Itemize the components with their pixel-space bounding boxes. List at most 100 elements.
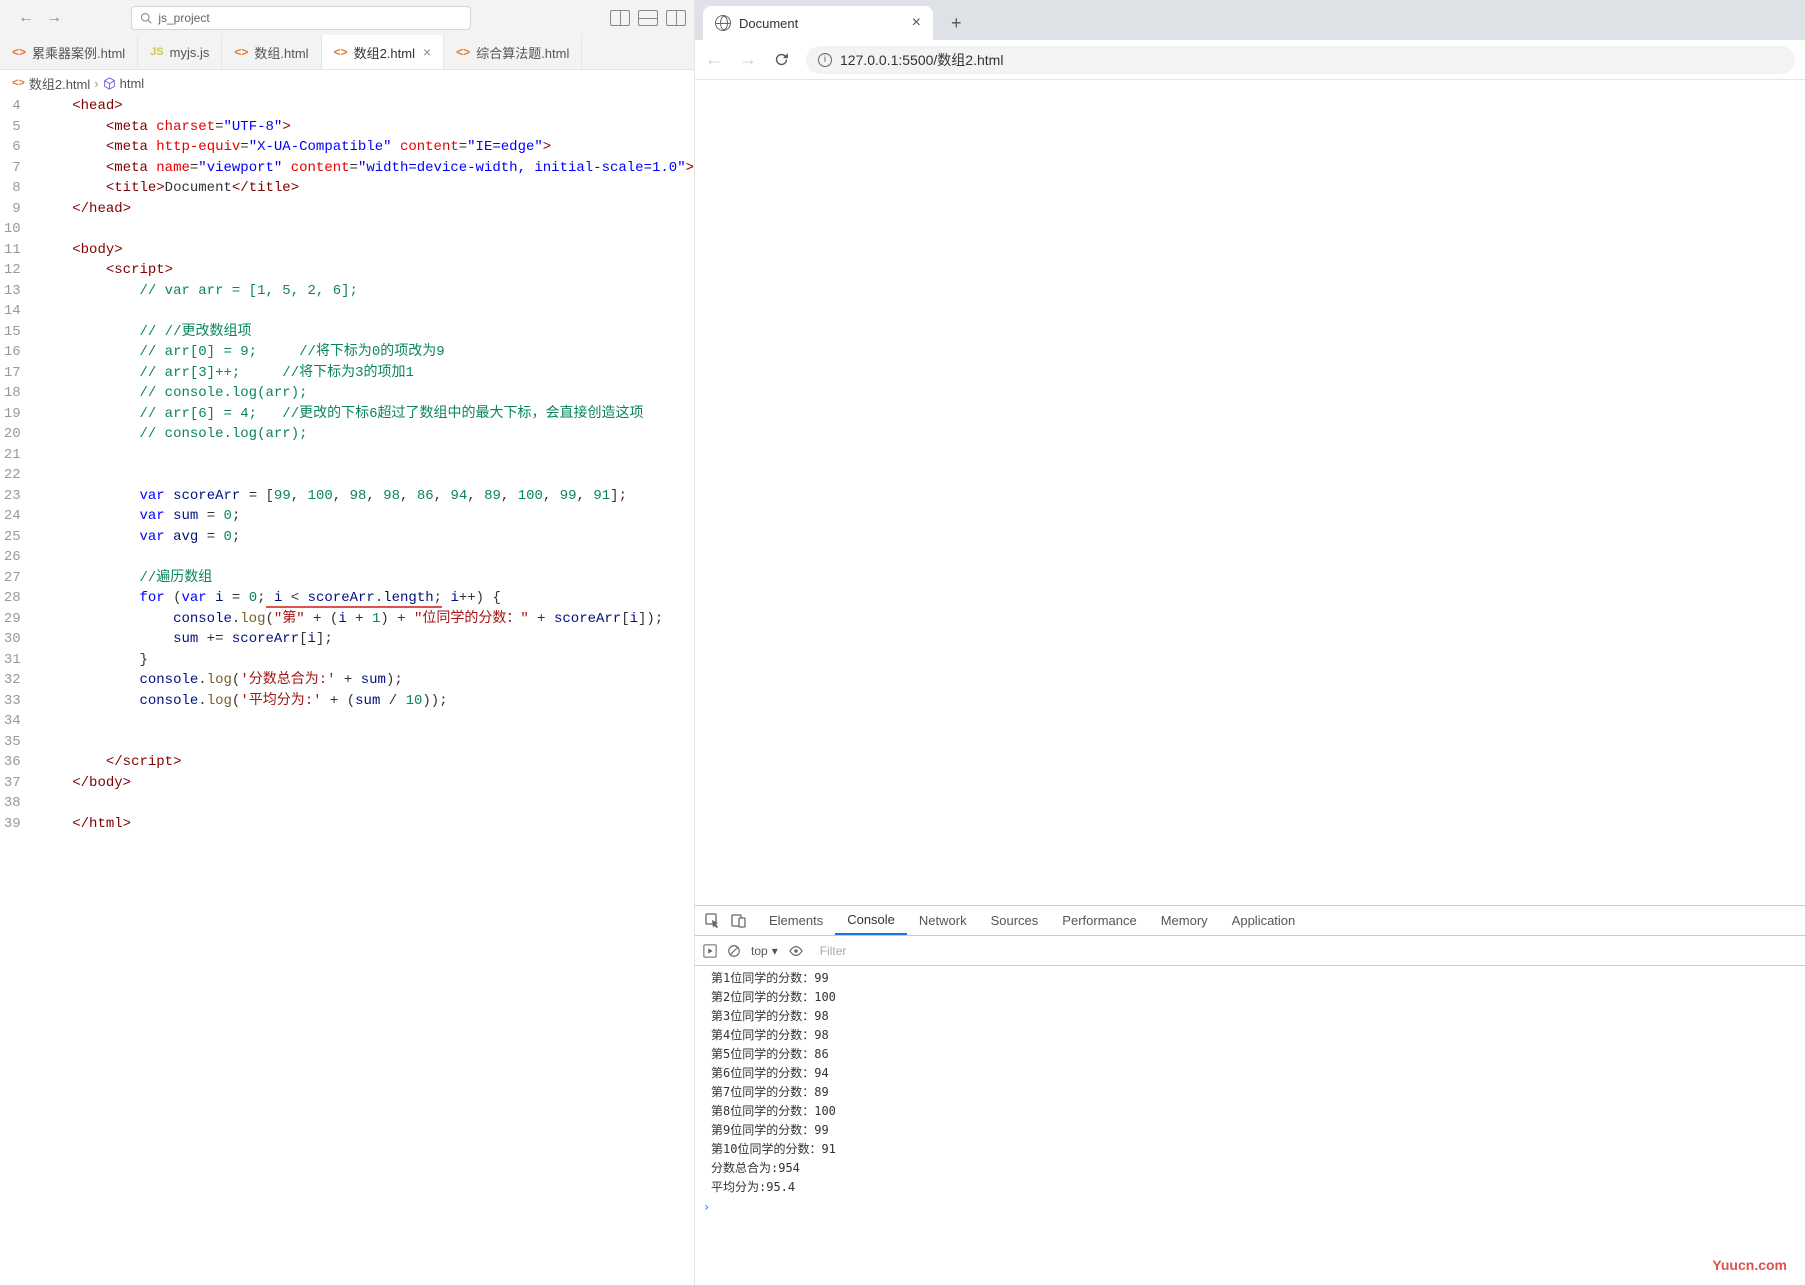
devtools-tab-network[interactable]: Network bbox=[907, 906, 979, 935]
code-line[interactable] bbox=[39, 711, 694, 732]
globe-icon bbox=[715, 15, 731, 31]
line-number: 5 bbox=[0, 117, 21, 138]
clear-console-icon[interactable] bbox=[727, 944, 741, 958]
devtools-tab-console[interactable]: Console bbox=[835, 906, 907, 935]
device-toggle-icon[interactable] bbox=[731, 913, 747, 929]
layout-split-right-icon[interactable] bbox=[666, 10, 686, 26]
tab-label: 累乘器案例.html bbox=[32, 43, 125, 62]
inspect-icon[interactable] bbox=[705, 913, 721, 929]
devtools-tab-elements[interactable]: Elements bbox=[757, 906, 835, 935]
html-file-icon: <> bbox=[12, 77, 25, 89]
code-line[interactable]: console.log('分数总合为:' + sum); bbox=[39, 670, 694, 691]
line-number: 39 bbox=[0, 814, 21, 835]
breadcrumbs[interactable]: <> 数组2.html › html bbox=[0, 70, 694, 96]
code-line[interactable]: var sum = 0; bbox=[39, 506, 694, 527]
line-number: 27 bbox=[0, 568, 21, 589]
code-line[interactable]: for (var i = 0; i < scoreArr.length; i++… bbox=[39, 588, 694, 609]
url-bar[interactable]: i 127.0.0.1:5500/数组2.html bbox=[806, 46, 1795, 74]
devtools-tab-memory[interactable]: Memory bbox=[1149, 906, 1220, 935]
console-row: 第4位同学的分数：98 bbox=[695, 1025, 1805, 1044]
code-line[interactable]: // arr[0] = 9; //将下标为0的项改为9 bbox=[39, 342, 694, 363]
vscode-topbar: ← → js_project bbox=[0, 0, 694, 35]
close-icon[interactable]: × bbox=[423, 44, 431, 60]
browser-tab[interactable]: Document × bbox=[703, 6, 933, 40]
line-number: 14 bbox=[0, 301, 21, 322]
tab-label: 数组.html bbox=[254, 43, 308, 62]
code-line[interactable]: var scoreArr = [99, 100, 98, 98, 86, 94,… bbox=[39, 486, 694, 507]
line-number: 20 bbox=[0, 424, 21, 445]
line-number: 22 bbox=[0, 465, 21, 486]
code-line[interactable]: var avg = 0; bbox=[39, 527, 694, 548]
editor-tab[interactable]: <>数组2.html× bbox=[322, 35, 445, 69]
code-line[interactable]: </head> bbox=[39, 199, 694, 220]
code-line[interactable]: <meta charset="UTF-8"> bbox=[39, 117, 694, 138]
command-search[interactable]: js_project bbox=[131, 6, 471, 30]
console-toolbar: top ▾ Filter bbox=[695, 936, 1805, 966]
browser-tabbar: Document × + bbox=[695, 0, 1805, 40]
layout-split-bottom-icon[interactable] bbox=[638, 10, 658, 26]
devtools-tab-sources[interactable]: Sources bbox=[979, 906, 1051, 935]
code-line[interactable] bbox=[39, 445, 694, 466]
code-line[interactable]: // console.log(arr); bbox=[39, 383, 694, 404]
code-line[interactable]: sum += scoreArr[i]; bbox=[39, 629, 694, 650]
code-line[interactable] bbox=[39, 301, 694, 322]
code-line[interactable]: </body> bbox=[39, 773, 694, 794]
browser-forward-icon[interactable]: → bbox=[739, 49, 757, 70]
code-line[interactable]: // arr[3]++; //将下标为3的项加1 bbox=[39, 363, 694, 384]
editor-tab[interactable]: <>数组.html bbox=[222, 35, 321, 69]
console-filter[interactable]: Filter bbox=[814, 944, 1797, 958]
line-number: 11 bbox=[0, 240, 21, 261]
code-editor[interactable]: 4567891011121314151617181920212223242526… bbox=[0, 96, 694, 1285]
breadcrumb-file: 数组2.html bbox=[29, 74, 90, 93]
code-line[interactable]: // var arr = [1, 5, 2, 6]; bbox=[39, 281, 694, 302]
code-line[interactable]: </html> bbox=[39, 814, 694, 835]
code-line[interactable]: <body> bbox=[39, 240, 694, 261]
close-icon[interactable]: × bbox=[912, 14, 921, 32]
console-row: 分数总合为:954 bbox=[695, 1158, 1805, 1177]
code-line[interactable] bbox=[39, 547, 694, 568]
code-line[interactable] bbox=[39, 793, 694, 814]
code-line[interactable] bbox=[39, 219, 694, 240]
layout-split-left-icon[interactable] bbox=[610, 10, 630, 26]
search-text: js_project bbox=[158, 11, 209, 25]
code-line[interactable]: // //更改数组项 bbox=[39, 322, 694, 343]
file-type-icon: <> bbox=[456, 45, 470, 59]
file-type-icon: <> bbox=[334, 45, 348, 59]
back-arrow-icon[interactable]: ← bbox=[18, 9, 34, 27]
console-row: 第8位同学的分数：100 bbox=[695, 1101, 1805, 1120]
devtools-panel: ElementsConsoleNetworkSourcesPerformance… bbox=[695, 905, 1805, 1285]
devtools-tab-application[interactable]: Application bbox=[1220, 906, 1308, 935]
editor-tab[interactable]: JSmyjs.js bbox=[138, 35, 222, 69]
line-number: 35 bbox=[0, 732, 21, 753]
new-tab-button[interactable]: + bbox=[945, 7, 968, 40]
code-line[interactable]: <title>Document</title> bbox=[39, 178, 694, 199]
code-line[interactable]: // console.log(arr); bbox=[39, 424, 694, 445]
code-line[interactable]: console.log("第" + (i + 1) + "位同学的分数：" + … bbox=[39, 609, 694, 630]
code-line[interactable]: <script> bbox=[39, 260, 694, 281]
console-prompt[interactable]: › bbox=[695, 1196, 1805, 1218]
reload-icon[interactable] bbox=[773, 51, 790, 68]
line-number: 23 bbox=[0, 486, 21, 507]
editor-tab[interactable]: <>综合算法题.html bbox=[444, 35, 582, 69]
eye-icon[interactable] bbox=[788, 944, 804, 958]
code-line[interactable] bbox=[39, 465, 694, 486]
code-line[interactable]: <meta name="viewport" content="width=dev… bbox=[39, 158, 694, 179]
line-number: 37 bbox=[0, 773, 21, 794]
browser-back-icon[interactable]: ← bbox=[705, 49, 723, 70]
code-line[interactable] bbox=[39, 732, 694, 753]
code-line[interactable]: console.log('平均分为:' + (sum / 10)); bbox=[39, 691, 694, 712]
code-line[interactable]: //遍历数组 bbox=[39, 568, 694, 589]
editor-tab[interactable]: <>累乘器案例.html bbox=[0, 35, 138, 69]
forward-arrow-icon[interactable]: → bbox=[46, 9, 62, 27]
console-row: 第6位同学的分数：94 bbox=[695, 1063, 1805, 1082]
code-line[interactable]: <head> bbox=[39, 96, 694, 117]
code-line[interactable]: } bbox=[39, 650, 694, 671]
line-number: 4 bbox=[0, 96, 21, 117]
console-row: 平均分为:95.4 bbox=[695, 1177, 1805, 1196]
code-line[interactable]: // arr[6] = 4; //更改的下标6超过了数组中的最大下标，会直接创造… bbox=[39, 404, 694, 425]
context-selector[interactable]: top ▾ bbox=[751, 944, 778, 958]
code-line[interactable]: <meta http-equiv="X-UA-Compatible" conte… bbox=[39, 137, 694, 158]
devtools-tab-performance[interactable]: Performance bbox=[1050, 906, 1148, 935]
code-line[interactable]: </script> bbox=[39, 752, 694, 773]
play-icon[interactable] bbox=[703, 944, 717, 958]
